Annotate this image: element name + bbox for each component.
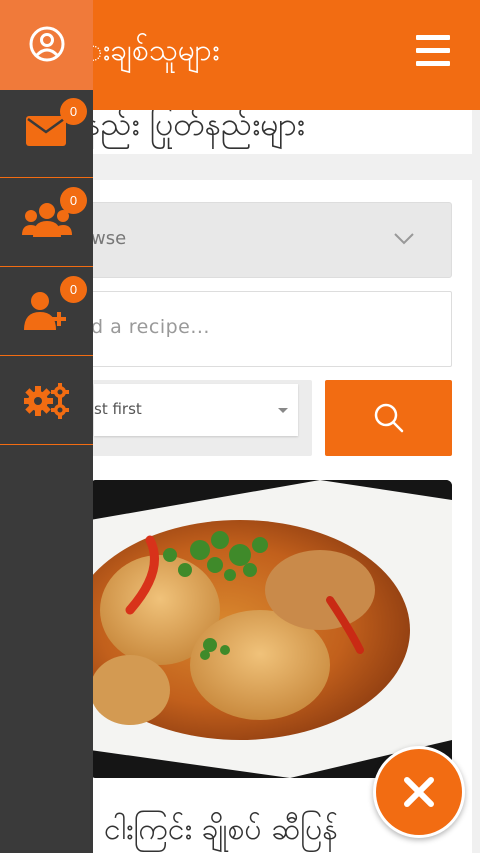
messages-badge: 0 [60, 98, 87, 125]
caret-down-icon [278, 408, 288, 413]
close-drawer-button[interactable] [373, 746, 465, 838]
add-friend-badge: 0 [60, 276, 87, 303]
search-placeholder: d a recipe... [91, 316, 210, 338]
close-icon [404, 777, 434, 807]
envelope-icon [26, 116, 66, 146]
drawer-item-settings[interactable] [0, 357, 93, 445]
drawer-item-groups[interactable]: 0 [0, 179, 93, 267]
chevron-down-icon [393, 231, 415, 250]
drawer-item-add-friend[interactable]: 0 [0, 268, 93, 356]
side-drawer: 0 0 0 [0, 0, 93, 853]
user-circle-icon [29, 26, 65, 62]
search-button[interactable] [325, 380, 452, 456]
sort-dropdown[interactable]: st first [90, 380, 312, 456]
browse-label: wse [91, 228, 127, 249]
search-icon [374, 403, 404, 433]
drawer-item-messages[interactable]: 0 [0, 90, 93, 178]
recipe-search-input[interactable]: d a recipe... [90, 291, 452, 367]
recipe-title[interactable]: ငါးကြင်း ချိုစပ် ဆီပြန် [104, 810, 338, 850]
recipe-image[interactable] [90, 480, 452, 778]
profile-button[interactable] [0, 0, 93, 90]
page-subtitle: နည်း ပြုတ်နည်းများ [84, 110, 305, 143]
groups-badge: 0 [60, 187, 87, 214]
browse-dropdown[interactable]: wse [90, 202, 452, 278]
gears-icon [24, 383, 69, 419]
sort-label: st first [94, 400, 142, 418]
app-title: းချစ်သူများ [84, 33, 220, 68]
hamburger-icon[interactable] [416, 35, 450, 67]
